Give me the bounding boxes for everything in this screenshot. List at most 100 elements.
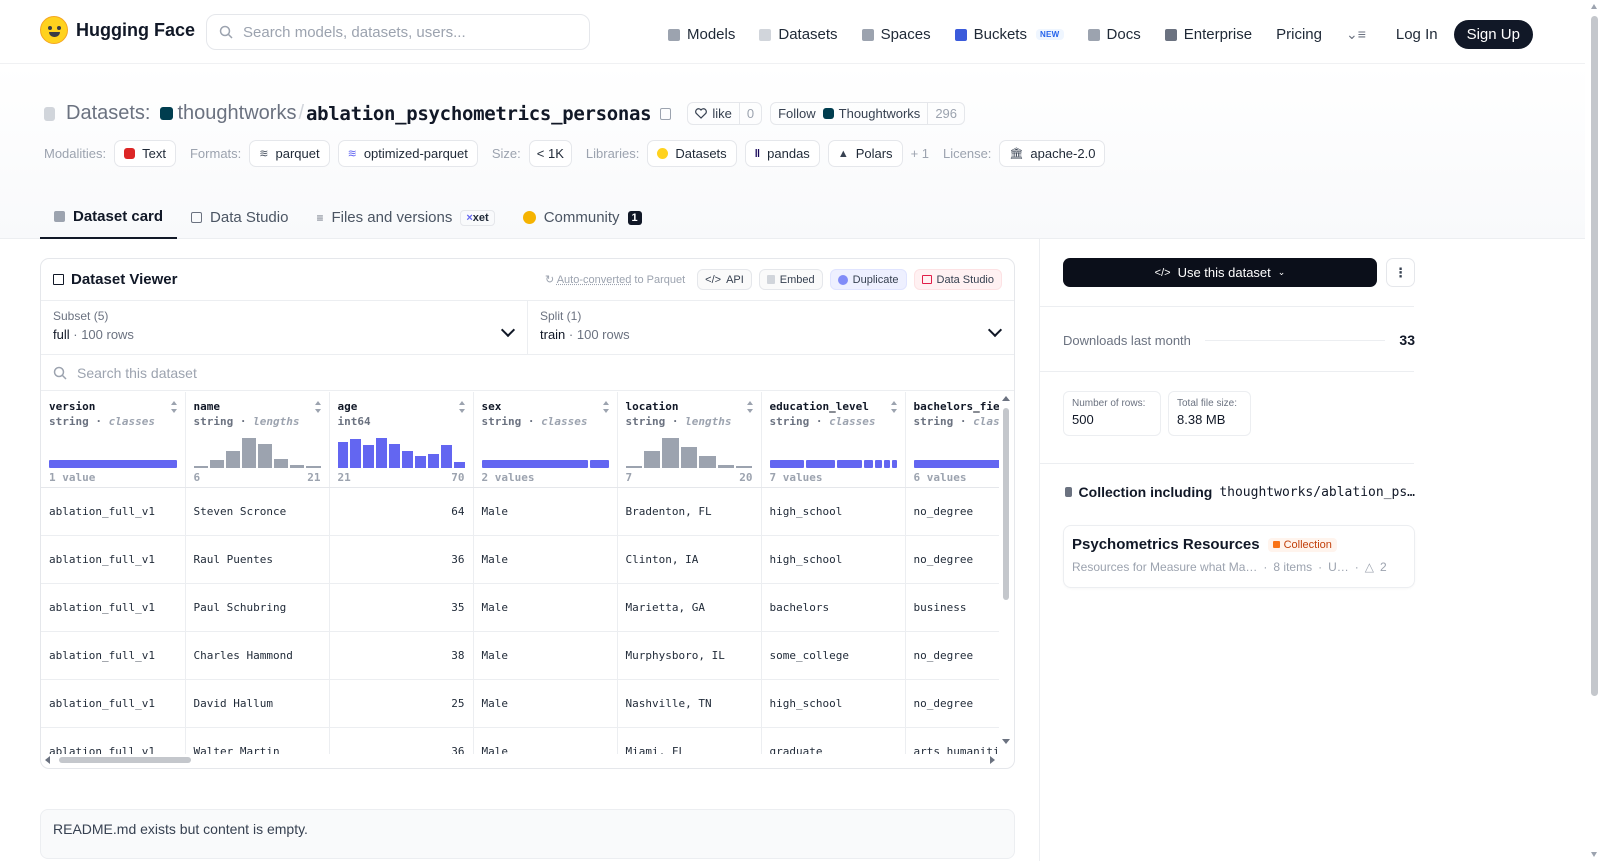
table-row[interactable]: ablation_full_v1 Charles Hammond 38 Male Mur… (41, 631, 999, 680)
nav-spaces[interactable]: Spaces (861, 26, 931, 43)
table-cell[interactable]: some_college (761, 631, 906, 680)
nav-models[interactable]: Models (668, 26, 735, 43)
tab-data-studio[interactable]: Data Studio (177, 196, 302, 239)
sort-icon[interactable] (170, 401, 178, 413)
table-cell[interactable]: ablation_full_v1 (41, 535, 186, 584)
histogram-bin[interactable] (427, 454, 439, 468)
table-cell[interactable]: Marietta, GA (617, 583, 762, 632)
more-menu-icon[interactable]: ⌄≡ (1346, 26, 1366, 43)
table-row[interactable]: ablation_full_v1 Raul Puentes 36 Male Clinto… (41, 535, 999, 584)
sort-icon[interactable] (602, 401, 610, 413)
scroll-thumb[interactable] (1003, 408, 1009, 600)
table-row[interactable]: ablation_full_v1 Walter Martin 36 Male Miami… (41, 727, 999, 754)
histogram-bin[interactable] (193, 466, 208, 468)
nav-datasets[interactable]: Datasets (759, 26, 838, 43)
table-cell[interactable]: arts_humanities (905, 727, 999, 754)
histogram-bin[interactable] (699, 456, 716, 468)
table-cell[interactable]: high_school (761, 679, 906, 728)
table-cell[interactable]: ablation_full_v1 (41, 679, 186, 728)
category-segment[interactable] (913, 460, 999, 468)
global-search[interactable] (206, 14, 590, 50)
tag-pandas[interactable]: ‖ pandas (744, 140, 820, 167)
sort-icon[interactable] (458, 401, 466, 413)
scroll-thumb[interactable] (59, 757, 191, 763)
login-link[interactable]: Log In (1396, 26, 1438, 43)
dataset-search[interactable] (41, 355, 1014, 391)
category-segment[interactable] (481, 460, 588, 468)
nav-docs[interactable]: Docs (1087, 26, 1141, 43)
follow-button[interactable]: Follow Thoughtworks 296 (770, 102, 966, 125)
column-header[interactable]: name string · lengths 6 21 (185, 392, 330, 488)
table-cell[interactable]: graduate (761, 727, 906, 754)
scroll-left-icon[interactable] (45, 756, 50, 764)
table-cell[interactable]: Male (473, 727, 618, 754)
table-cell[interactable]: 38 (329, 631, 474, 680)
histogram-bin[interactable] (736, 466, 753, 468)
table-cell[interactable]: business (905, 583, 999, 632)
page-scrollbar[interactable] (1589, 0, 1600, 861)
scroll-up-icon[interactable] (1591, 4, 1597, 9)
histogram-bin[interactable] (225, 451, 240, 468)
auto-converted-link[interactable]: Auto-converted (557, 274, 632, 286)
histogram-bin[interactable] (290, 465, 305, 468)
subset-select[interactable]: Subset (5) full · 100 rows (41, 301, 527, 354)
category-segment[interactable] (875, 460, 883, 468)
histogram-bin[interactable] (453, 462, 465, 468)
use-this-dataset-button[interactable]: </> Use this dataset ⌄ (1063, 258, 1377, 287)
column-header[interactable]: age int64 21 70 (329, 392, 474, 488)
tag-parquet[interactable]: ≋ parquet (249, 140, 330, 167)
table-cell[interactable]: bachelors (761, 583, 906, 632)
table-cell[interactable]: 25 (329, 679, 474, 728)
tag-size[interactable]: < 1K (528, 140, 572, 167)
tag-license[interactable]: 🏛 apache-2.0 (999, 140, 1106, 167)
table-cell[interactable]: Male (473, 535, 618, 584)
tag-text[interactable]: Text (114, 140, 176, 167)
histogram-bin[interactable] (402, 451, 413, 468)
libraries-more[interactable]: + 1 (911, 146, 929, 161)
column-header[interactable]: version string · classes 1 value (41, 392, 186, 488)
duplicate-button[interactable]: Duplicate (829, 269, 907, 290)
scroll-right-icon[interactable] (990, 756, 995, 764)
collection-title[interactable]: Psychometrics Resources (1072, 536, 1260, 553)
table-cell[interactable]: ablation_full_v1 (41, 583, 186, 632)
table-cell[interactable]: ablation_full_v1 (41, 487, 186, 536)
tab-dataset-card[interactable]: Dataset card (40, 196, 178, 239)
table-cell[interactable]: no_degree (905, 631, 999, 680)
histogram-bin[interactable] (376, 438, 388, 468)
column-header[interactable]: bachelors_fieldstring · classes 6 values (905, 392, 999, 488)
category-segment[interactable] (836, 460, 863, 468)
histogram-bin[interactable] (680, 447, 698, 468)
collection-card[interactable]: Psychometrics Resources Collection Resou… (1063, 525, 1415, 588)
table-cell[interactable]: 64 (329, 487, 474, 536)
histogram-bin[interactable] (717, 465, 735, 468)
table-row[interactable]: ablation_full_v1 David Hallum 25 Male Nashvi… (41, 679, 999, 728)
histogram-bin[interactable] (274, 459, 289, 468)
table-cell[interactable]: Raul Puentes (185, 535, 330, 584)
table-cell[interactable]: 35 (329, 583, 474, 632)
histogram-bin[interactable] (209, 460, 224, 468)
scroll-thumb[interactable] (1591, 16, 1598, 696)
tag-optimized-parquet[interactable]: ≋ optimized-parquet (337, 140, 478, 167)
histogram-bin[interactable] (414, 456, 426, 468)
table-cell[interactable]: high_school (761, 487, 906, 536)
nav-pricing[interactable]: Pricing (1276, 26, 1322, 43)
table-row[interactable]: ablation_full_v1 Steven Scronce 64 Male Brad… (41, 487, 999, 536)
table-cell[interactable]: Male (473, 679, 618, 728)
table-horizontal-scrollbar[interactable] (45, 755, 995, 765)
table-cell[interactable]: Male (473, 631, 618, 680)
table-cell[interactable]: Clinton, IA (617, 535, 762, 584)
histogram-bin[interactable] (389, 444, 401, 468)
histogram-bin[interactable] (350, 439, 362, 468)
scroll-down-icon[interactable] (1002, 739, 1010, 744)
tab-files-and-versions[interactable]: ≡ Files and versions ×xet (302, 196, 508, 239)
table-cell[interactable]: Male (473, 487, 618, 536)
histogram-bin[interactable] (662, 438, 679, 468)
histogram-bin[interactable] (258, 444, 273, 468)
section-label[interactable]: Datasets: (66, 102, 150, 125)
owner-link[interactable]: thoughtworks (177, 102, 296, 125)
sort-icon[interactable] (890, 401, 898, 413)
split-select[interactable]: Split (1) train · 100 rows (527, 301, 1014, 354)
table-cell[interactable]: Paul Schubring (185, 583, 330, 632)
table-cell[interactable]: Charles Hammond (185, 631, 330, 680)
search-input[interactable] (243, 23, 573, 41)
